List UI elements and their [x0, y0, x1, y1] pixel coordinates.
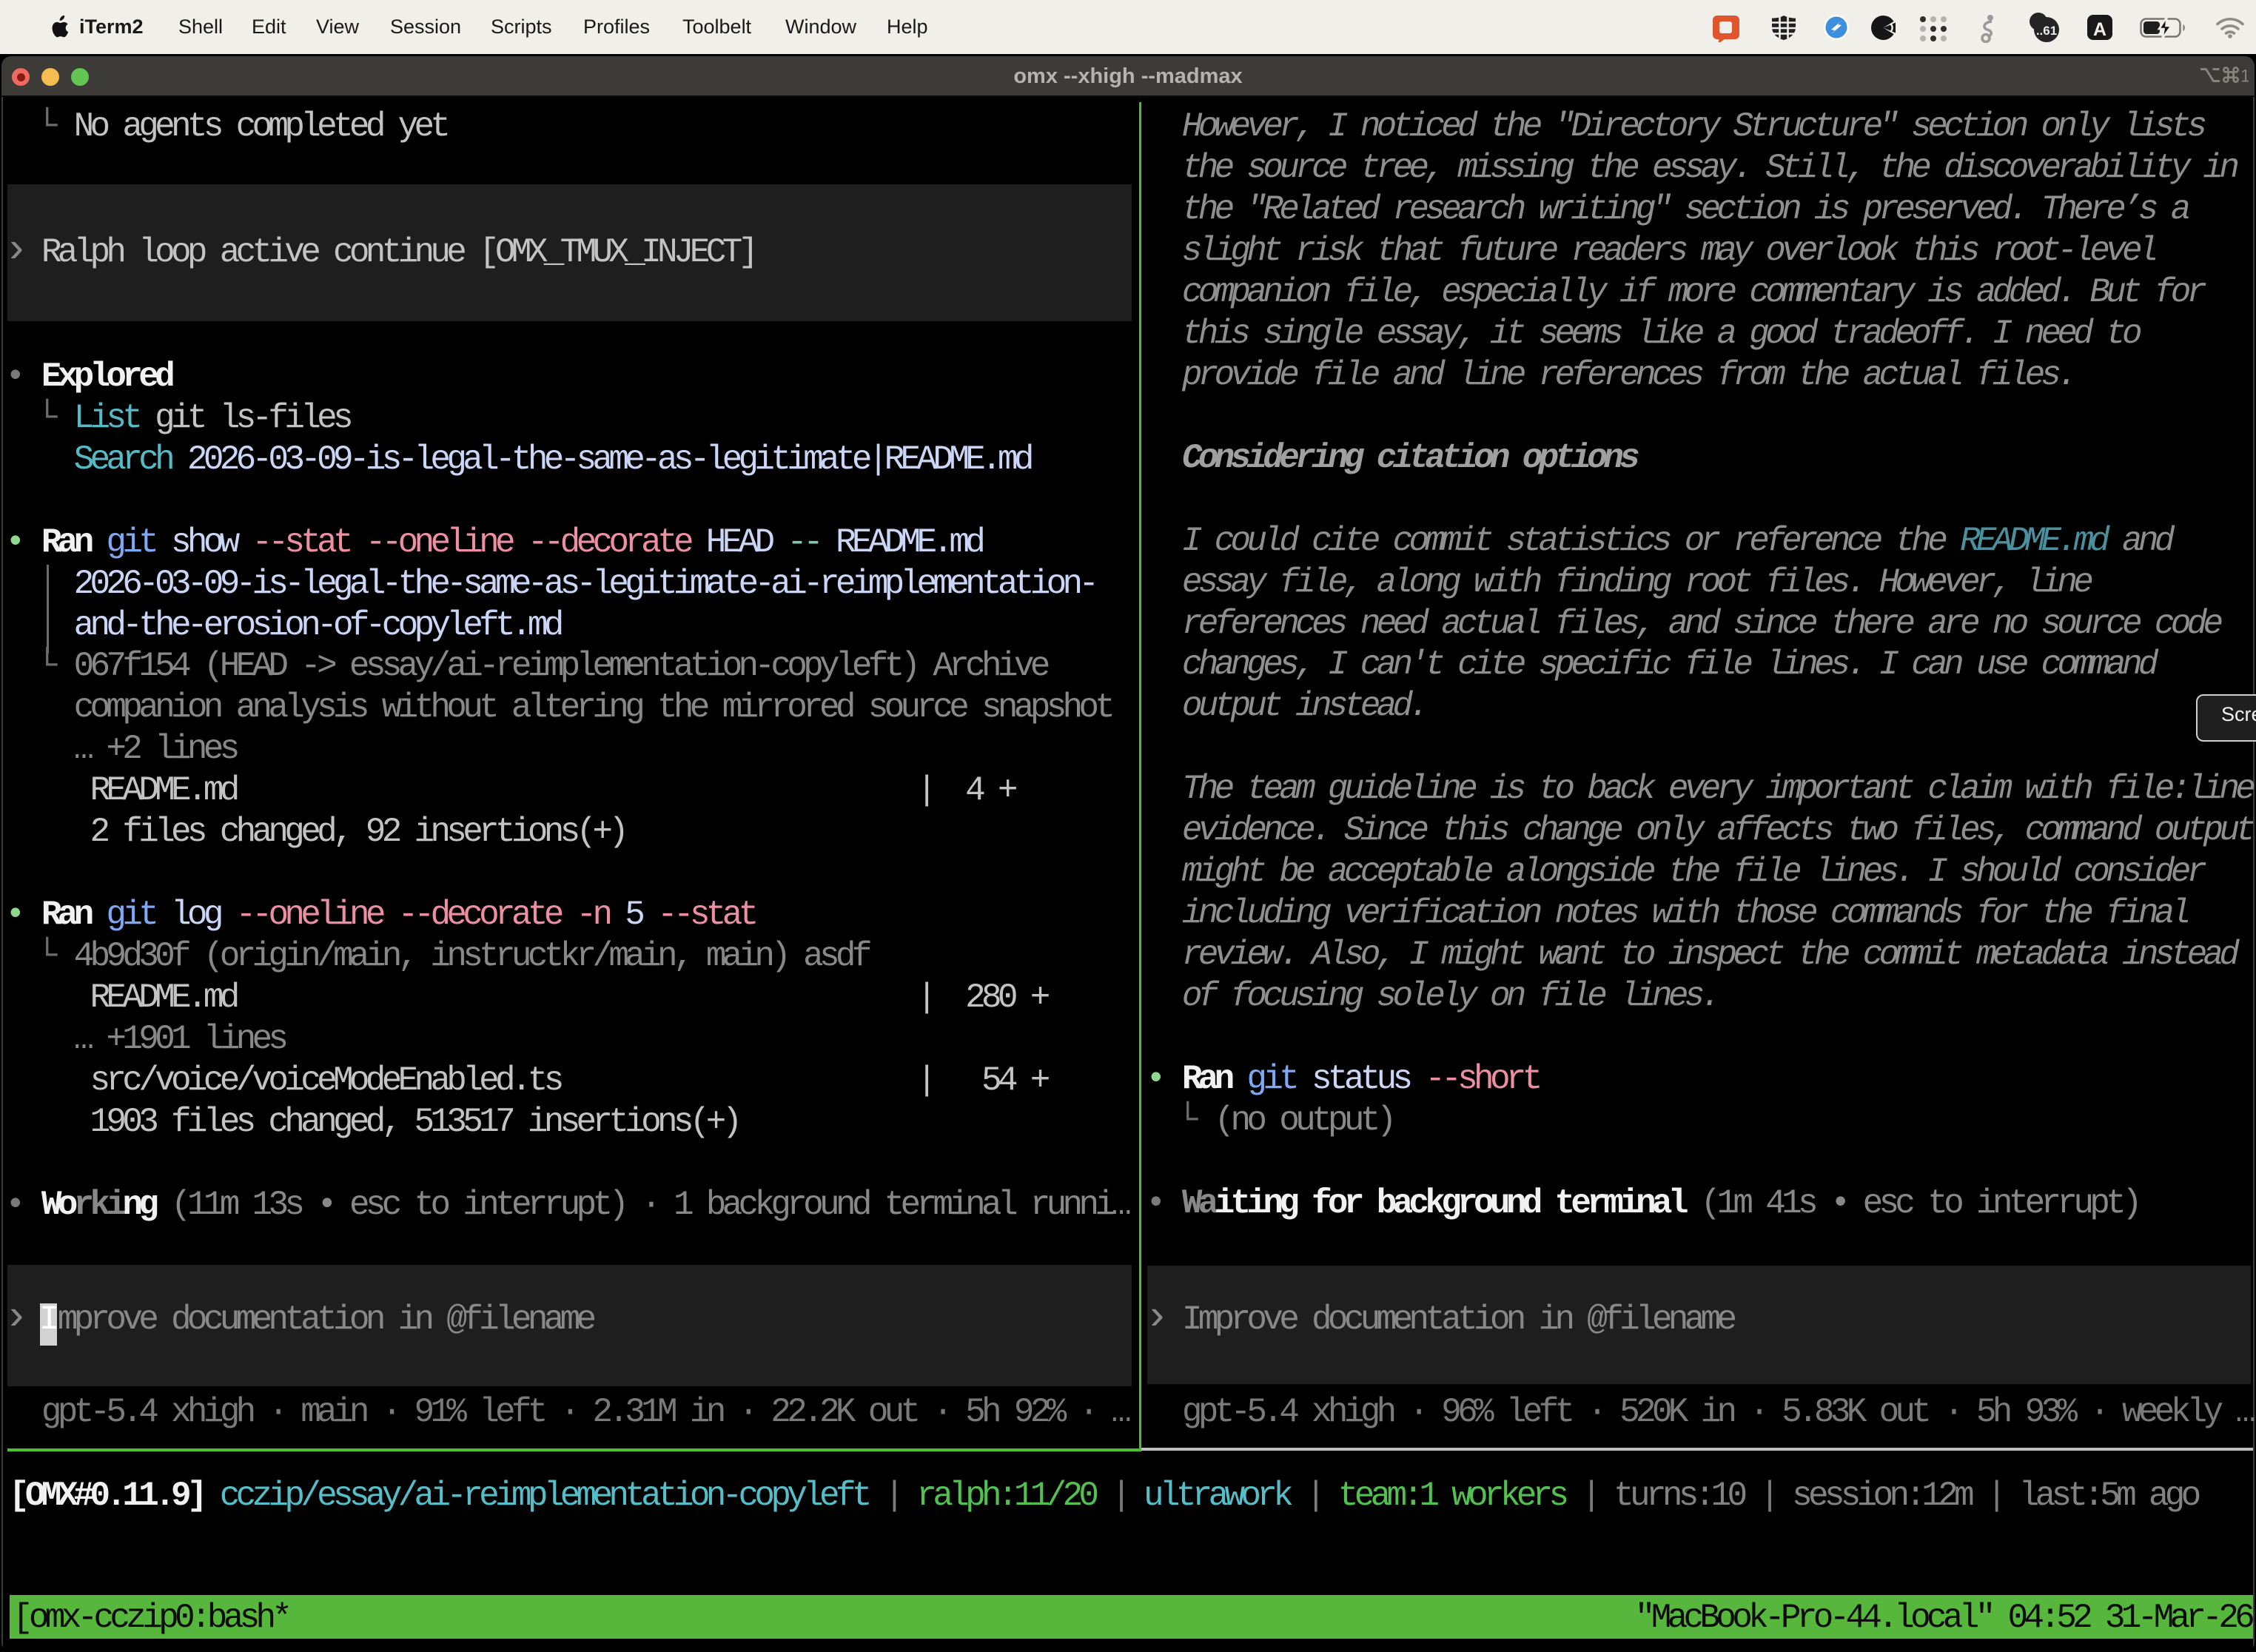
svg-text:..61: ..61: [2036, 24, 2057, 38]
svg-text:1: 1: [2240, 67, 2249, 84]
